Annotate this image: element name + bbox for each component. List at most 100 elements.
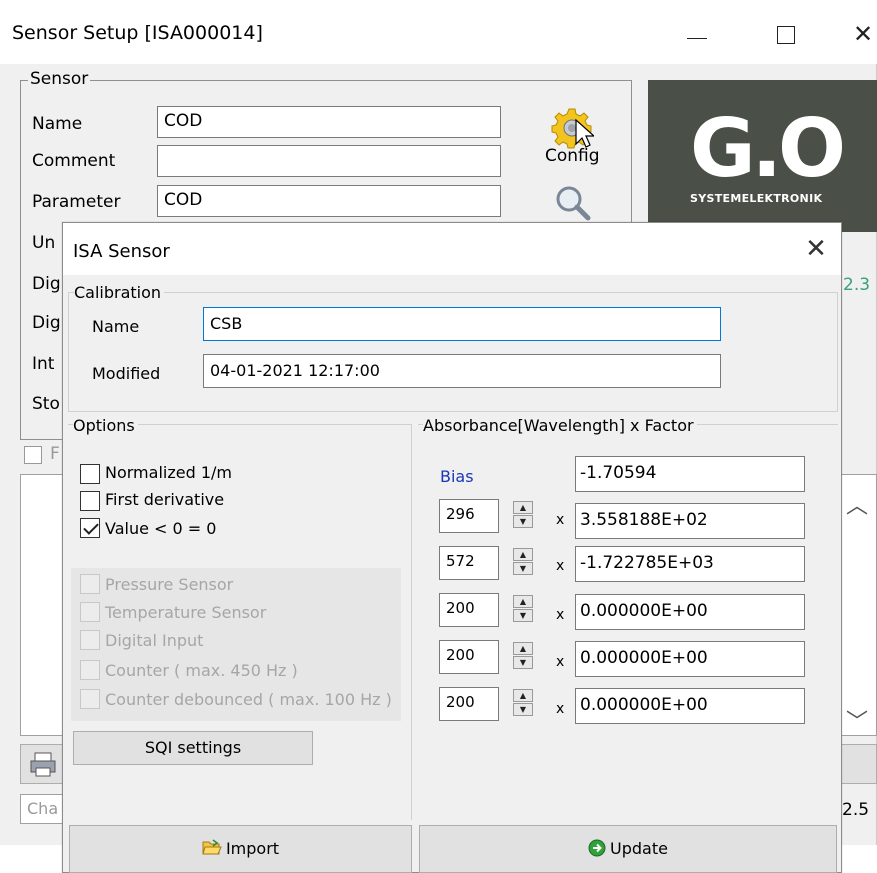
- calibration-name-label: Name: [92, 317, 140, 336]
- wavelength-input-5[interactable]: 200: [439, 687, 499, 721]
- scroll-up-icon[interactable]: ︿: [846, 488, 868, 520]
- search-button[interactable]: [554, 184, 594, 224]
- close-button[interactable]: ✕: [840, 14, 877, 54]
- update-label: Update: [610, 839, 668, 858]
- wavelength-spinner-4[interactable]: ▲ ▼: [513, 642, 533, 670]
- bg-checkbox-label: F: [50, 444, 60, 464]
- version-text-1: 2.3: [843, 275, 871, 295]
- maximize-button[interactable]: [764, 14, 810, 54]
- interval-label: Int: [32, 354, 55, 374]
- close-icon: ✕: [852, 20, 874, 48]
- factor-input-1[interactable]: 3.558188E+02: [575, 503, 805, 539]
- spin-down-icon[interactable]: ▼: [513, 562, 533, 575]
- wavelength-input-1[interactable]: 296: [439, 499, 499, 533]
- modified-label: Modified: [92, 364, 161, 383]
- factor-input-5[interactable]: 0.000000E+00: [575, 688, 805, 724]
- value-clamp-label: Value < 0 = 0: [105, 519, 217, 538]
- print-button[interactable]: [20, 744, 66, 784]
- bg-right-button[interactable]: [836, 744, 877, 784]
- normalized-checkbox[interactable]: [80, 464, 100, 484]
- counter-label: Counter ( max. 450 Hz ): [105, 661, 298, 680]
- calibration-name-input[interactable]: CSB: [203, 307, 721, 341]
- logo-text: G.O: [690, 102, 846, 195]
- spin-up-icon[interactable]: ▲: [513, 548, 533, 561]
- multiply-symbol: x: [556, 607, 565, 623]
- minimize-button[interactable]: [674, 14, 720, 54]
- bias-input[interactable]: -1.70594: [575, 456, 805, 492]
- search-icon: [556, 186, 591, 221]
- multiply-symbol: x: [556, 558, 565, 574]
- modified-input[interactable]: 04-01-2021 12:17:00: [203, 354, 721, 388]
- spin-up-icon[interactable]: ▲: [513, 595, 533, 608]
- minimize-icon: [687, 38, 707, 39]
- wavelength-spinner-5[interactable]: ▲ ▼: [513, 689, 533, 717]
- version-text-2: 2.5: [842, 800, 870, 820]
- isa-sensor-dialog: ISA Sensor ✕ Calibration Name CSB Modifi…: [62, 222, 842, 873]
- dialog-close-button[interactable]: ✕: [799, 233, 833, 267]
- comment-input[interactable]: [157, 145, 501, 177]
- first-derivative-label: First derivative: [105, 490, 225, 509]
- spin-up-icon[interactable]: ▲: [513, 501, 533, 514]
- sensor-setup-titlebar: Sensor Setup [ISA000014] ✕: [0, 0, 877, 64]
- spin-down-icon[interactable]: ▼: [513, 609, 533, 622]
- import-label: Import: [225, 839, 280, 858]
- maximize-icon: [777, 26, 795, 44]
- counter-debounced-label: Counter debounced ( max. 100 Hz ): [105, 690, 392, 709]
- unit-label: Un: [32, 233, 56, 253]
- dialog-title: ISA Sensor: [73, 241, 170, 262]
- options-legend: Options: [73, 416, 138, 435]
- multiply-symbol: x: [556, 701, 565, 717]
- factor-input-4[interactable]: 0.000000E+00: [575, 641, 805, 677]
- bias-label: Bias: [440, 467, 474, 486]
- wavelength-spinner-1[interactable]: ▲ ▼: [513, 501, 533, 529]
- window-title: Sensor Setup [ISA000014]: [12, 22, 263, 44]
- spin-down-icon[interactable]: ▼: [513, 703, 533, 716]
- storage-label: Sto: [32, 394, 60, 414]
- dialog-titlebar: ISA Sensor ✕: [63, 223, 841, 275]
- printer-icon: [30, 752, 56, 777]
- normalized-label: Normalized 1/m: [105, 463, 232, 482]
- spin-up-icon[interactable]: ▲: [513, 642, 533, 655]
- wavelength-spinner-2[interactable]: ▲ ▼: [513, 548, 533, 576]
- value-clamp-checkbox[interactable]: [80, 518, 100, 538]
- update-button[interactable]: Update: [419, 825, 837, 873]
- temperature-sensor-checkbox[interactable]: [80, 602, 100, 622]
- name-label: Name: [32, 114, 83, 134]
- counter-debounced-checkbox[interactable]: [80, 689, 100, 709]
- arrow-right-circle-icon: [588, 839, 606, 857]
- logo-subtext: SYSTEMELEKTRONIK: [690, 192, 823, 205]
- digits-label: Dig: [32, 274, 61, 294]
- digital-input-checkbox[interactable]: [80, 630, 100, 650]
- wavelength-input-4[interactable]: 200: [439, 640, 499, 674]
- wavelength-spinner-3[interactable]: ▲ ▼: [513, 595, 533, 623]
- absorbance-legend: Absorbance[Wavelength] x Factor: [423, 416, 697, 435]
- sensor-group-legend: Sensor: [28, 69, 91, 89]
- gear-icon: [551, 108, 594, 149]
- bg-checkbox[interactable]: [24, 446, 42, 464]
- spin-down-icon[interactable]: ▼: [513, 656, 533, 669]
- folder-open-icon: [202, 839, 222, 855]
- parameter-label: Parameter: [32, 192, 121, 212]
- wavelength-input-3[interactable]: 200: [439, 593, 499, 627]
- spin-down-icon[interactable]: ▼: [513, 515, 533, 528]
- counter-checkbox[interactable]: [80, 660, 100, 680]
- temperature-sensor-label: Temperature Sensor: [105, 603, 267, 622]
- parameter-input[interactable]: COD: [157, 185, 501, 217]
- multiply-symbol: x: [556, 654, 565, 670]
- scroll-down-icon[interactable]: ﹀: [846, 704, 868, 736]
- pressure-sensor-checkbox[interactable]: [80, 574, 100, 594]
- factor-input-2[interactable]: -1.722785E+03: [575, 546, 805, 582]
- import-button[interactable]: Import: [69, 825, 412, 873]
- pressure-sensor-label: Pressure Sensor: [105, 575, 234, 594]
- config-label: Config: [545, 146, 600, 166]
- multiply-symbol: x: [556, 512, 565, 528]
- first-derivative-checkbox[interactable]: [80, 491, 100, 511]
- spin-up-icon[interactable]: ▲: [513, 689, 533, 702]
- factor-input-3[interactable]: 0.000000E+00: [575, 594, 805, 630]
- comment-label: Comment: [32, 151, 116, 171]
- name-input[interactable]: COD: [157, 106, 501, 138]
- close-icon: ✕: [805, 234, 827, 264]
- sqi-settings-button[interactable]: SQI settings: [73, 731, 313, 765]
- wavelength-input-2[interactable]: 572: [439, 546, 499, 580]
- calibration-legend: Calibration: [74, 283, 165, 302]
